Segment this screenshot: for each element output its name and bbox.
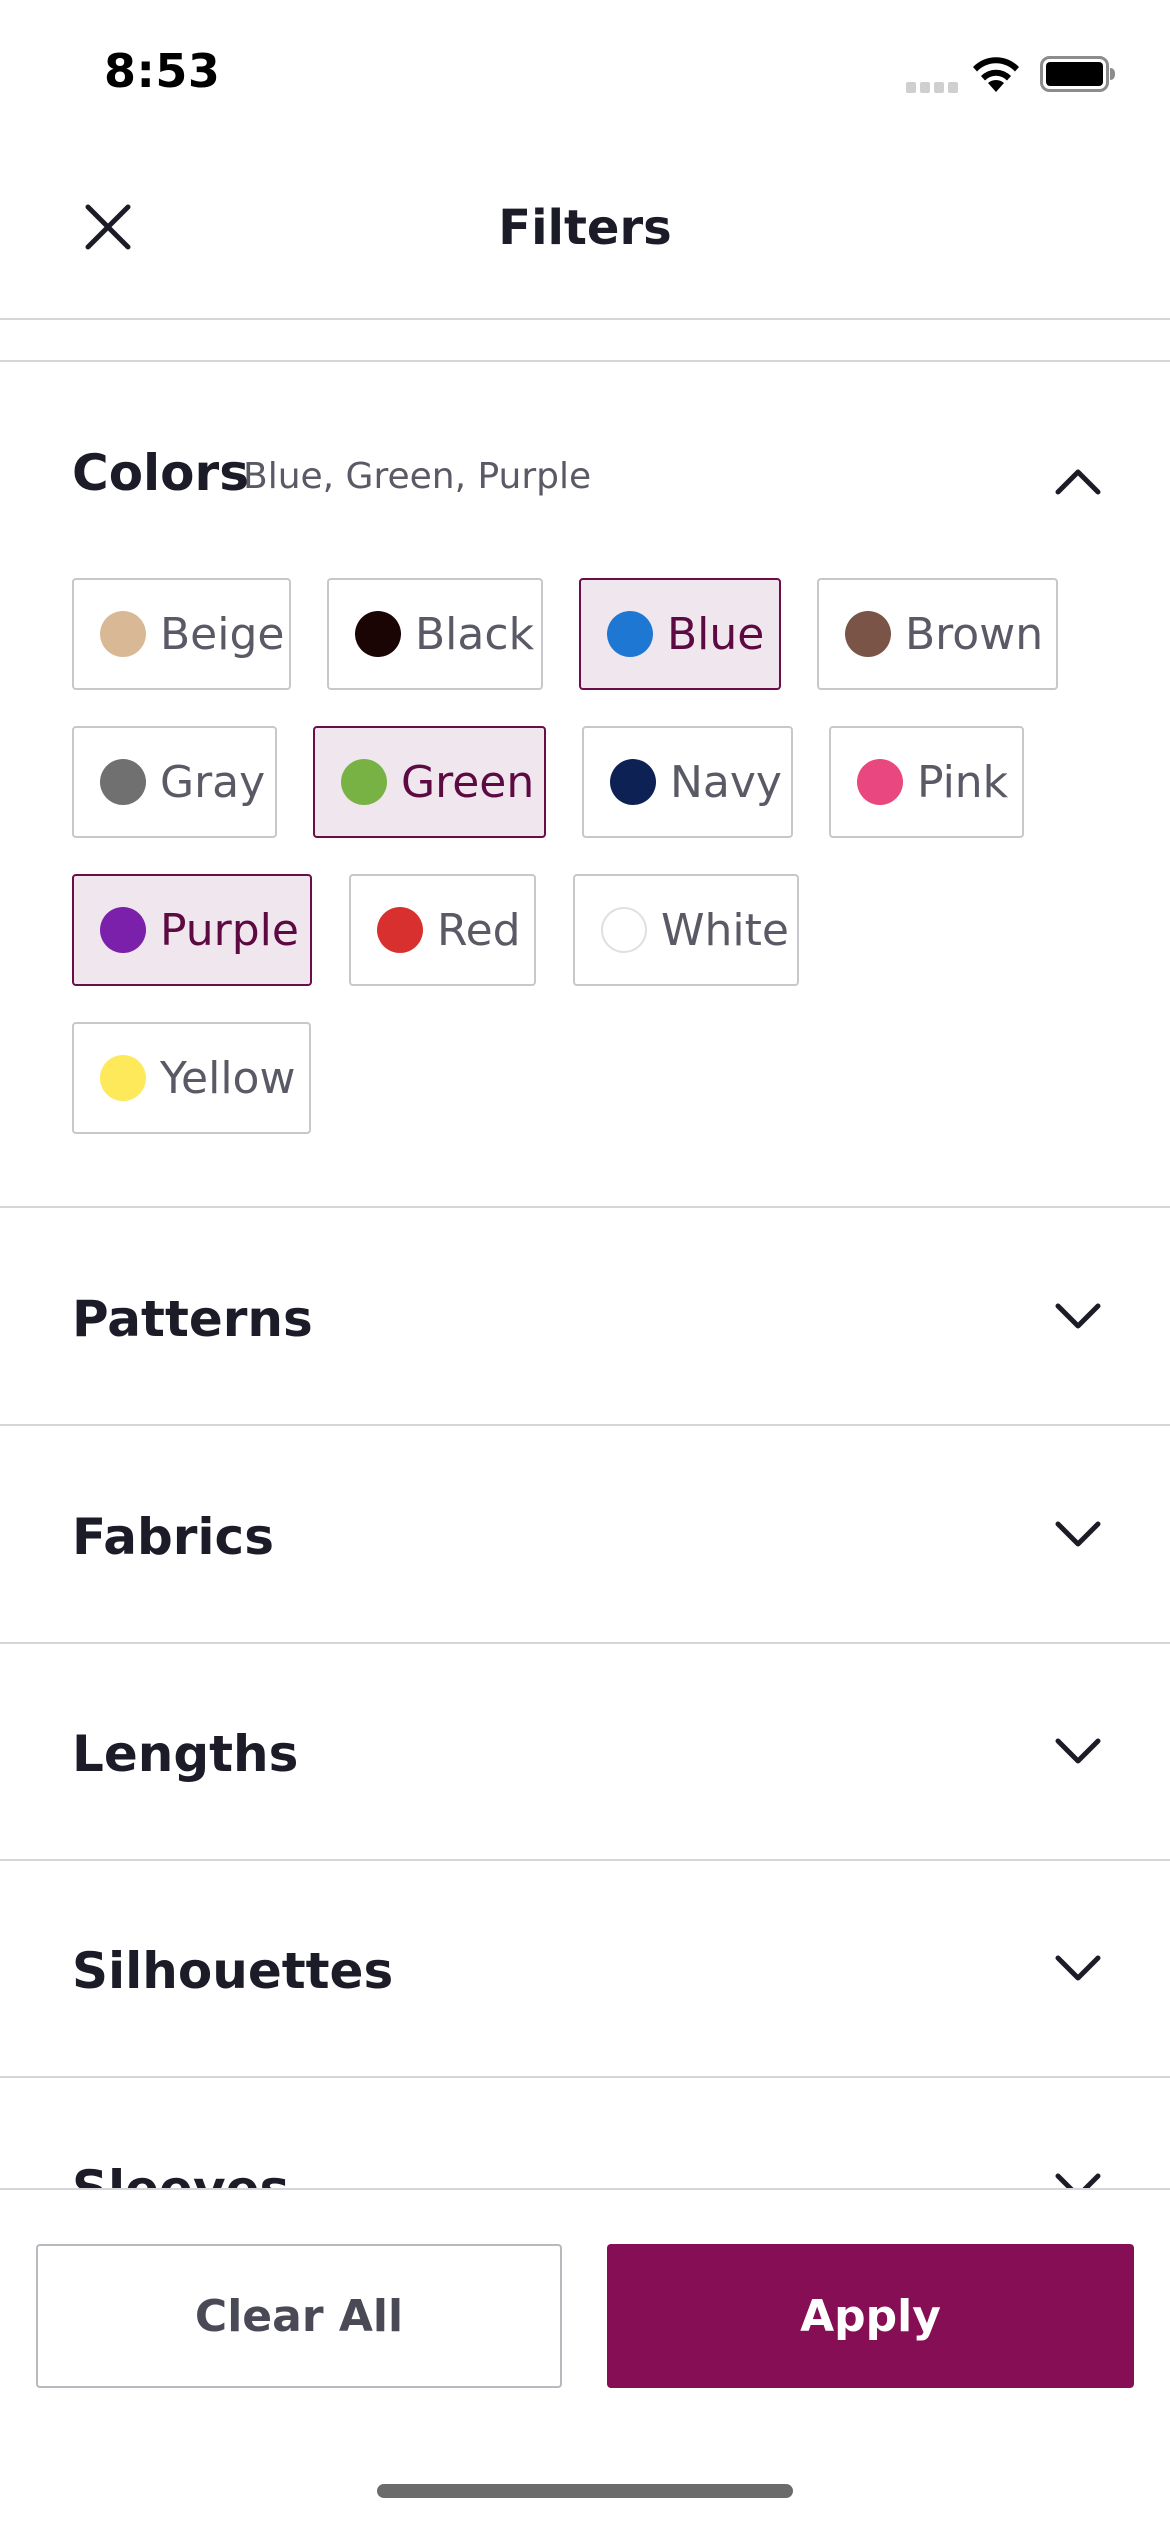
color-chip-navy[interactable]: Navy bbox=[582, 726, 793, 838]
color-chip-purple[interactable]: Purple bbox=[72, 874, 312, 986]
chevron-down-icon bbox=[1055, 2173, 1101, 2188]
colors-section: Colors Blue, Green, Purple Beige Black B… bbox=[0, 362, 1170, 1208]
silhouettes-section[interactable]: Silhouettes bbox=[0, 1860, 1170, 2078]
color-chip-white[interactable]: White bbox=[573, 874, 799, 986]
chevron-down-icon bbox=[1055, 1521, 1101, 1547]
color-chip-label: Yellow bbox=[160, 1052, 296, 1104]
color-chip-label: White bbox=[661, 904, 789, 956]
color-chip-beige[interactable]: Beige bbox=[72, 578, 291, 690]
section-label: Fabrics bbox=[72, 1508, 274, 1566]
color-chip-label: Red bbox=[437, 904, 521, 956]
home-indicator[interactable] bbox=[377, 2484, 793, 2498]
section-label: Lengths bbox=[72, 1725, 299, 1783]
color-chip-label: Navy bbox=[670, 756, 782, 808]
color-chip-black[interactable]: Black bbox=[327, 578, 543, 690]
color-swatch bbox=[857, 759, 903, 805]
status-bar: 8:53 bbox=[0, 0, 1170, 150]
color-swatch bbox=[100, 1055, 146, 1101]
fabrics-section[interactable]: Fabrics bbox=[0, 1426, 1170, 1644]
color-swatch bbox=[845, 611, 891, 657]
color-swatch bbox=[341, 759, 387, 805]
color-chip-blue[interactable]: Blue bbox=[579, 578, 781, 690]
color-chip-pink[interactable]: Pink bbox=[829, 726, 1024, 838]
filter-actions-bar: Clear All Apply bbox=[0, 2188, 1170, 2532]
color-chip-red[interactable]: Red bbox=[349, 874, 536, 986]
chevron-down-icon bbox=[1055, 1303, 1101, 1329]
colors-heading[interactable]: Colors bbox=[72, 444, 249, 502]
status-time: 8:53 bbox=[104, 44, 221, 98]
page-title: Filters bbox=[498, 200, 672, 256]
apply-button[interactable]: Apply bbox=[607, 2244, 1134, 2388]
section-label: Sleeves bbox=[72, 2160, 289, 2188]
color-chip-label: Beige bbox=[160, 608, 285, 660]
color-chip-label: Green bbox=[401, 756, 535, 808]
colors-selected-summary: Blue, Green, Purple bbox=[243, 456, 592, 497]
color-chip-brown[interactable]: Brown bbox=[817, 578, 1058, 690]
color-swatch bbox=[601, 907, 647, 953]
color-chip-green[interactable]: Green bbox=[313, 726, 546, 838]
color-chip-label: Blue bbox=[667, 608, 765, 660]
chevron-down-icon bbox=[1055, 1738, 1101, 1764]
section-label: Patterns bbox=[72, 1290, 313, 1348]
color-swatch bbox=[377, 907, 423, 953]
color-chip-label: Brown bbox=[905, 608, 1044, 660]
color-swatch bbox=[610, 759, 656, 805]
color-chip-gray[interactable]: Gray bbox=[72, 726, 277, 838]
color-chip-label: Purple bbox=[160, 904, 299, 956]
color-chip-label: Black bbox=[415, 608, 535, 660]
lengths-section[interactable]: Lengths bbox=[0, 1643, 1170, 1861]
filters-header: Filters bbox=[0, 150, 1170, 320]
clear-all-button[interactable]: Clear All bbox=[36, 2244, 562, 2388]
chevron-up-icon[interactable] bbox=[1050, 454, 1106, 510]
filters-screen: 8:53 Filters Colors Blue, Green, Purple bbox=[0, 0, 1170, 2532]
wifi-icon bbox=[973, 57, 1019, 92]
color-swatch bbox=[355, 611, 401, 657]
color-swatch bbox=[100, 907, 146, 953]
color-chip-label: Gray bbox=[160, 756, 266, 808]
battery-icon bbox=[1040, 56, 1115, 92]
cellular-signal-icon bbox=[906, 82, 958, 94]
color-chip-yellow[interactable]: Yellow bbox=[72, 1022, 311, 1134]
color-chip-label: Pink bbox=[917, 756, 1009, 808]
color-swatch bbox=[607, 611, 653, 657]
sleeves-section[interactable]: Sleeves bbox=[0, 2078, 1170, 2188]
color-swatch bbox=[100, 611, 146, 657]
color-swatch bbox=[100, 759, 146, 805]
patterns-section[interactable]: Patterns bbox=[0, 1208, 1170, 1426]
chevron-down-icon bbox=[1055, 1955, 1101, 1981]
section-label: Silhouettes bbox=[72, 1942, 394, 2000]
